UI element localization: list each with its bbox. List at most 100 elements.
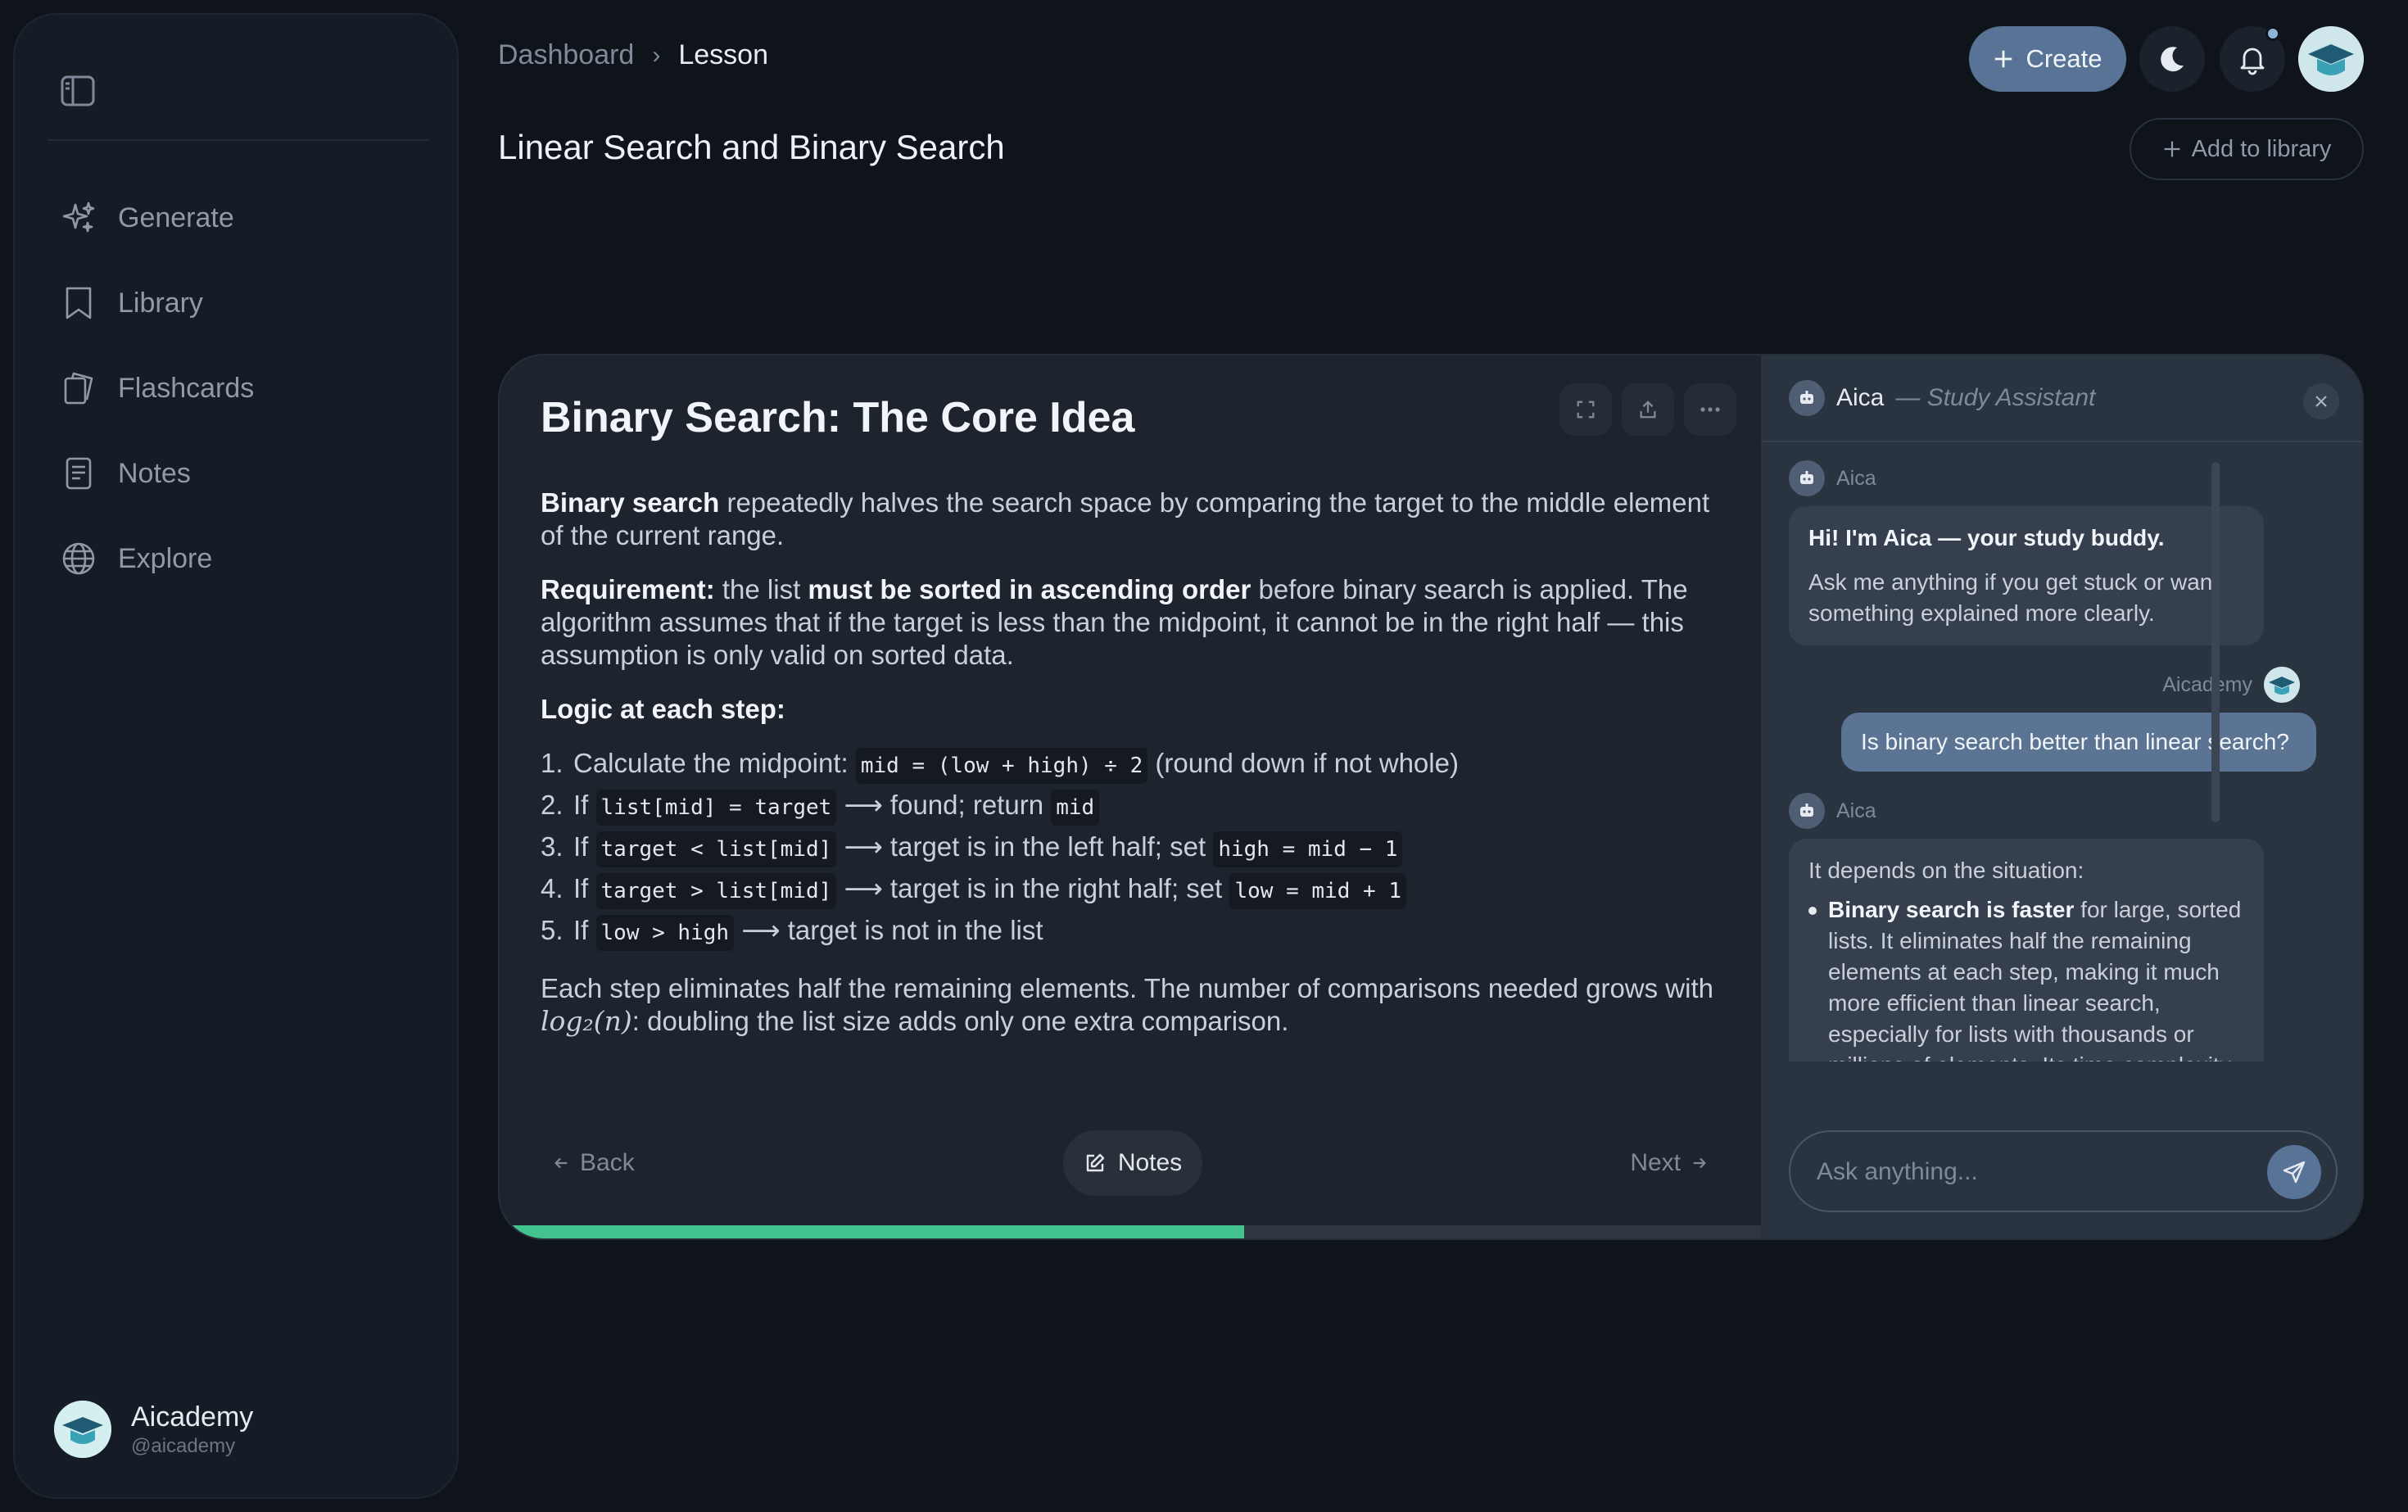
chat-messages[interactable]: Aica Hi! I'm Aica — your study buddy. As… xyxy=(1789,460,2321,1062)
robot-icon xyxy=(1789,793,1825,829)
bold-term: must be sorted in ascending order xyxy=(808,574,1252,604)
page-title: Linear Search and Binary Search xyxy=(498,128,1005,166)
more-options-button[interactable] xyxy=(1684,383,1736,436)
expand-icon xyxy=(1577,401,1595,419)
back-label: Back xyxy=(580,1149,635,1176)
breadcrumb-dashboard[interactable]: Dashboard xyxy=(498,39,634,71)
profile-handle: @aicademy xyxy=(131,1434,236,1457)
step-number: 3. xyxy=(541,831,564,862)
chat-scrollbar[interactable] xyxy=(2211,462,2220,822)
sidebar-item-library[interactable]: Library xyxy=(61,277,421,329)
add-to-library-label: Add to library xyxy=(2191,135,2332,162)
moon-icon xyxy=(2161,47,2184,72)
step-code: low = mid + 1 xyxy=(1229,873,1406,909)
sidebar-item-notes[interactable]: Notes xyxy=(61,447,421,500)
create-button[interactable]: Create xyxy=(1969,26,2126,92)
sidebar-item-label: Generate xyxy=(118,201,234,233)
next-button[interactable]: Next xyxy=(1630,1130,1709,1196)
step-code: low > high xyxy=(595,915,735,951)
lesson-paragraph-3: Each step eliminates half the remaining … xyxy=(541,972,1720,1038)
step-text: (round down if not whole) xyxy=(1147,748,1459,778)
sidebar-item-explore[interactable]: Explore xyxy=(61,532,421,585)
paragraph-text: Each step eliminates half the remaining … xyxy=(541,973,1713,1003)
sender-name: Aica xyxy=(1836,799,1876,822)
list-item: Binary search is faster for large, sorte… xyxy=(1808,894,2244,1062)
bold-term: Requirement: xyxy=(541,574,715,604)
share-icon xyxy=(1640,401,1656,419)
send-button[interactable] xyxy=(2267,1145,2321,1199)
sidebar-item-label: Library xyxy=(118,287,203,319)
chat-title: Aica — Study Assistant xyxy=(1789,380,2095,416)
message-sender: Aica xyxy=(1789,460,2321,496)
sidebar-item-generate[interactable]: Generate xyxy=(61,192,421,244)
sidebar-item-label: Notes xyxy=(118,457,191,489)
breadcrumb-separator: › xyxy=(652,41,661,69)
step-text: ⟶ target is not in the list xyxy=(734,915,1043,945)
message-bold-text: Binary search is faster xyxy=(1828,897,2075,922)
create-label: Create xyxy=(2026,44,2102,73)
step-text: If xyxy=(573,831,596,862)
sidebar-item-label: Flashcards xyxy=(118,372,255,404)
step-code: high = mid − 1 xyxy=(1213,831,1403,867)
theme-toggle-button[interactable] xyxy=(2139,26,2205,92)
notifications-button[interactable] xyxy=(2220,26,2285,92)
step-code: list[mid] = target xyxy=(595,790,837,826)
plus-icon xyxy=(1995,50,2012,68)
lesson-progress-bar xyxy=(500,1225,1761,1238)
step-text: ⟶ found; return xyxy=(836,790,1052,820)
chat-subtitle: — Study Assistant xyxy=(1895,384,2096,411)
cards-icon xyxy=(64,372,93,405)
user-message: Is binary search better than linear sear… xyxy=(1841,713,2316,772)
bot-message: It depends on the situation: Binary sear… xyxy=(1789,839,2264,1062)
paragraph-text: : doubling the list size adds only one e… xyxy=(631,1006,1289,1036)
steps-list: 1. Calculate the midpoint: mid = (low + h… xyxy=(541,747,1720,951)
chat-input[interactable] xyxy=(1817,1153,2243,1191)
arrow-right-icon xyxy=(1693,1157,1706,1169)
chat-title-name: Aica xyxy=(1836,384,1885,411)
fullscreen-button[interactable] xyxy=(1559,383,1612,436)
back-button[interactable]: Back xyxy=(552,1130,635,1196)
share-button[interactable] xyxy=(1622,383,1674,436)
list-item: 3. If target < list[mid] ⟶ target is in t… xyxy=(541,831,1720,867)
profile[interactable]: Aicademy @aicademy xyxy=(54,1401,253,1458)
step-code: mid xyxy=(1051,790,1100,826)
avatar[interactable] xyxy=(2298,26,2364,92)
profile-name: Aicademy xyxy=(131,1401,254,1433)
chat-header: Aica — Study Assistant xyxy=(1761,355,2362,442)
step-text: ⟶ target is in the right half; set xyxy=(836,873,1230,903)
lesson-panel: Binary Search: The Core Idea Binary sear… xyxy=(500,355,1761,1238)
paragraph-text: the list xyxy=(714,574,808,604)
lesson-footer: Back Notes Next xyxy=(500,1130,1761,1196)
close-chat-button[interactable] xyxy=(2303,383,2339,419)
list-item: 5. If low > high ⟶ target is not in the l… xyxy=(541,914,1720,951)
notes-button[interactable]: Notes xyxy=(1063,1130,1202,1196)
list-item: 1. Calculate the midpoint: mid = (low + h… xyxy=(541,747,1720,784)
math-expression: log₂(n) xyxy=(541,1005,632,1037)
lesson-card: Binary Search: The Core Idea Binary sear… xyxy=(498,354,2364,1240)
step-text: If xyxy=(573,915,596,945)
chat-input-box xyxy=(1789,1130,2338,1212)
sidebar-item-label: Explore xyxy=(118,542,213,574)
globe-icon xyxy=(62,542,95,575)
bot-message: Hi! I'm Aica — your study buddy. Ask me … xyxy=(1789,506,2264,645)
step-text: If xyxy=(573,790,596,820)
more-horizontal-icon xyxy=(1700,407,1720,412)
sidebar-divider xyxy=(48,139,429,141)
bookmark-icon xyxy=(66,287,92,319)
step-number: 5. xyxy=(541,915,564,945)
sidebar-item-flashcards[interactable]: Flashcards xyxy=(61,362,421,414)
sender-name: Aicademy xyxy=(2162,672,2252,696)
plus-icon xyxy=(2164,141,2179,157)
message-text: Ask me anything if you get stuck or want… xyxy=(1808,569,2220,626)
chat-panel: Aica — Study Assistant Aica Hi! I'm Aica… xyxy=(1761,355,2362,1238)
breadcrumb-current: Lesson xyxy=(678,39,768,70)
next-label: Next xyxy=(1630,1149,1681,1176)
step-code: mid = (low + high) ÷ 2 xyxy=(855,748,1148,784)
add-to-library-button[interactable]: Add to library xyxy=(2130,118,2364,180)
sidebar-toggle-icon[interactable] xyxy=(61,75,95,106)
bell-icon xyxy=(2240,48,2265,75)
list-item: 4. If target > list[mid] ⟶ target is in t… xyxy=(541,872,1720,909)
message-bold-text: Hi! I'm Aica — your study buddy. xyxy=(1808,525,2165,550)
logic-heading: Logic at each step: xyxy=(541,693,1720,726)
lesson-paragraph-1: Binary search repeatedly halves the sear… xyxy=(541,487,1720,552)
